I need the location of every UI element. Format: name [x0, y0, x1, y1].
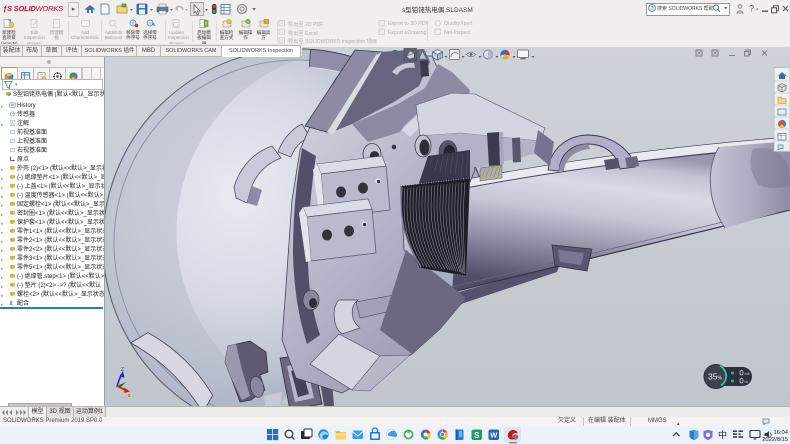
svg-text:Z: Z — [121, 367, 124, 373]
svg-text:W: W — [490, 431, 498, 440]
svg-text:rbit: rbit — [745, 372, 750, 376]
svg-text:?: ? — [749, 4, 754, 14]
svg-text:oll: oll — [745, 380, 749, 384]
svg-text:A: A — [11, 121, 14, 126]
svg-text:S: S — [474, 431, 480, 440]
svg-text:2022/8/15: 2022/8/15 — [762, 437, 788, 443]
svg-text:16:04: 16:04 — [773, 430, 788, 436]
svg-text:中: 中 — [718, 429, 727, 440]
